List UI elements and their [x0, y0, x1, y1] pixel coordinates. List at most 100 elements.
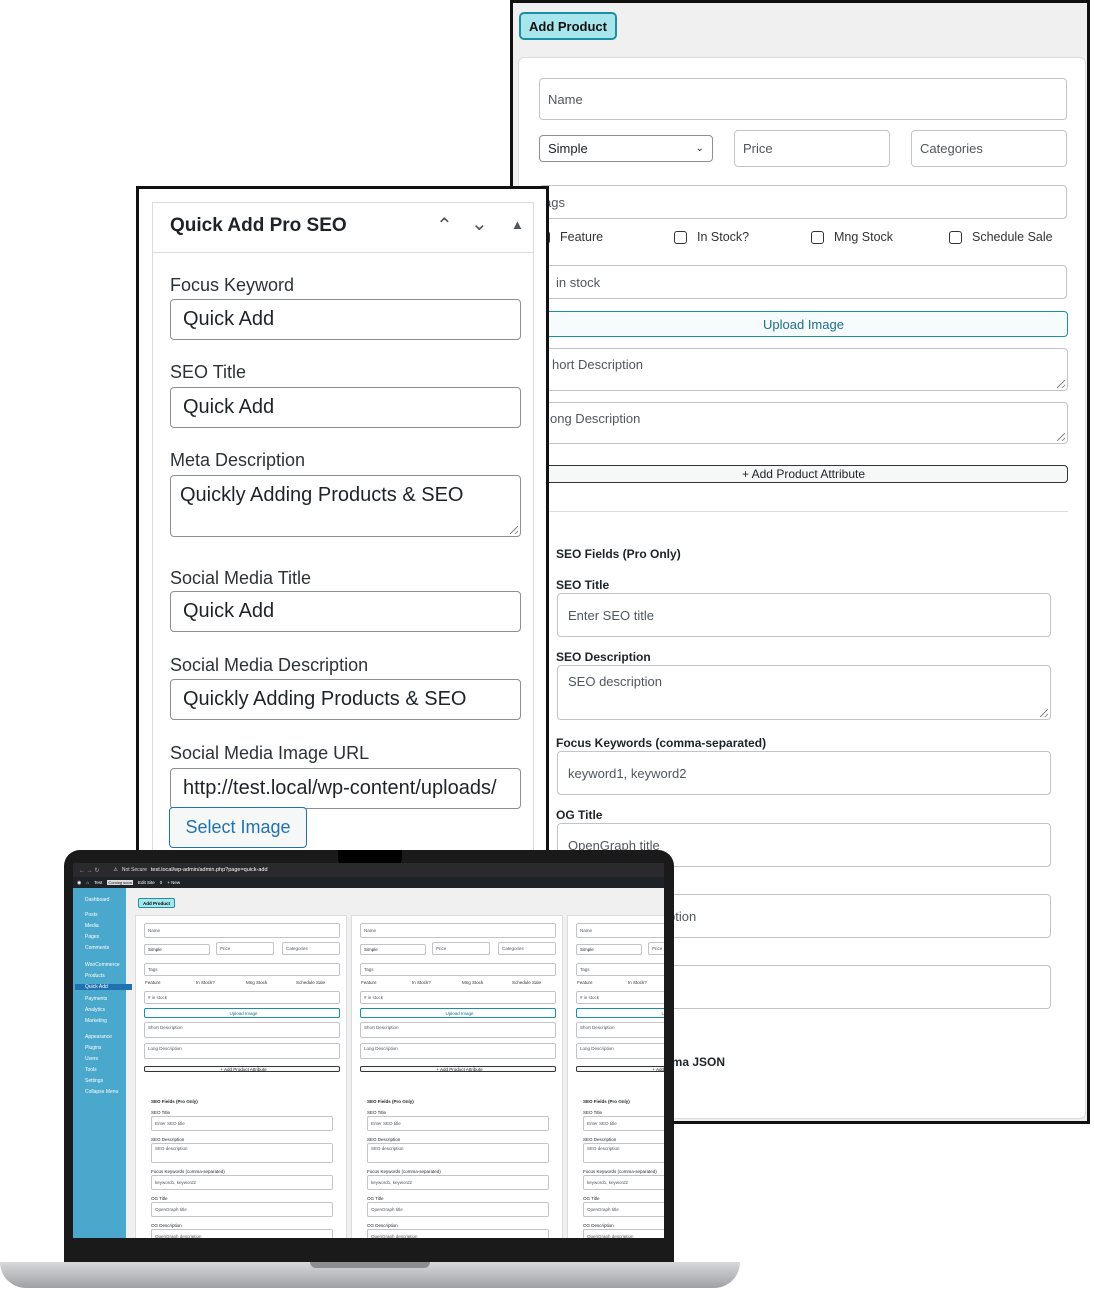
mini-name-input[interactable]: Name	[360, 923, 556, 938]
comments-count[interactable]: 0	[160, 880, 163, 885]
mini-og-description-input[interactable]: OpenGraph description	[367, 1229, 549, 1238]
add-product-button[interactable]: Add Product	[519, 12, 617, 40]
sidebar-item-analytics[interactable]: Analytics	[85, 1007, 105, 1013]
mini-manage-stock-checkbox[interactable]: Mng Stock	[246, 980, 267, 985]
mini-name-input[interactable]: Name	[144, 923, 340, 938]
sidebar-item-collapse-menu[interactable]: Collapse Menu	[85, 1089, 118, 1095]
mini-focus-keywords-input[interactable]: keyword1, keyword2	[367, 1175, 549, 1190]
tags-input[interactable]: ags	[539, 185, 1067, 219]
short-description-textarea[interactable]: hort Description	[539, 348, 1068, 391]
mini-seo-description-input[interactable]: SEO description	[151, 1143, 333, 1163]
new-link[interactable]: + New	[167, 880, 180, 885]
product-type-select[interactable]: Simple ⌄	[539, 135, 713, 162]
mini-og-title-input[interactable]: OpenGraph title	[367, 1202, 549, 1217]
mini-price-input[interactable]: Price	[216, 942, 274, 955]
resize-handle-icon[interactable]	[1057, 433, 1065, 441]
mini-seo-title-input[interactable]: Enter SEO title	[367, 1116, 549, 1131]
home-icon[interactable]: ⌂	[86, 880, 89, 885]
mini-tags-input[interactable]: Tags	[576, 963, 664, 976]
mini-schedule-sale-checkbox[interactable]: Schedule Sale	[512, 980, 541, 985]
sidebar-item-dashboard[interactable]: Dashboard	[85, 897, 109, 903]
mini-categories-input[interactable]: Categories	[282, 942, 340, 955]
mini-short-description[interactable]: Short Description	[576, 1022, 664, 1038]
mini-price-input[interactable]: Price	[432, 942, 490, 955]
wordpress-icon[interactable]: ◉	[77, 880, 81, 886]
in-stock-checkbox-row[interactable]: In Stock?	[674, 230, 749, 244]
mini-in-stock-checkbox[interactable]: In Stock?	[412, 980, 431, 985]
categories-input[interactable]: Categories	[911, 130, 1067, 167]
sidebar-item-quick-add[interactable]: Quick Add	[75, 984, 132, 990]
sidebar-item-settings[interactable]: Settings	[85, 1078, 103, 1084]
sidebar-item-pages[interactable]: Pages	[85, 934, 99, 940]
resize-handle-icon[interactable]	[1040, 709, 1048, 717]
mini-tags-input[interactable]: Tags	[360, 963, 556, 976]
long-description-textarea[interactable]: ong Description	[539, 402, 1068, 444]
resize-handle-icon[interactable]	[1057, 380, 1065, 388]
mini-add-attribute-button[interactable]: + Add Product Attribute	[144, 1066, 340, 1072]
mini-seo-description-input[interactable]: SEO description	[367, 1143, 549, 1163]
chevron-up-icon[interactable]: ⌃	[436, 213, 453, 238]
mini-stock-input[interactable]: # in stock	[144, 991, 340, 1004]
mini-short-description[interactable]: Short Description	[360, 1022, 556, 1038]
sidebar-item-marketing[interactable]: Marketing	[85, 1018, 107, 1024]
sidebar-item-appearance[interactable]: Appearance	[85, 1034, 112, 1040]
schedule-sale-checkbox-row[interactable]: Schedule Sale	[949, 230, 1053, 244]
mini-name-input[interactable]: Name	[576, 923, 664, 938]
focus-keywords-input[interactable]: keyword1, keyword2	[557, 751, 1051, 795]
mini-upload-image-button[interactable]: Upload Image	[576, 1008, 664, 1018]
mini-focus-keywords-input[interactable]: keyword1, keyword2	[583, 1175, 664, 1190]
meta-description-textarea[interactable]: Quickly Adding Products & SEO	[170, 475, 521, 537]
stock-qty-input[interactable]: in stock	[539, 265, 1067, 299]
manage-stock-checkbox[interactable]	[811, 230, 824, 244]
mini-feature-checkbox[interactable]: Feature	[361, 980, 377, 985]
mini-stock-input[interactable]: # in stock	[360, 991, 556, 1004]
sidebar-item-woocommerce[interactable]: WooCommerce	[85, 962, 120, 968]
name-input[interactable]: Name	[539, 78, 1067, 120]
edit-site-link[interactable]: Edit Site	[138, 880, 155, 885]
sidebar-item-posts[interactable]: Posts	[85, 912, 98, 918]
social-image-url-input[interactable]: http://test.local/wp-content/uploads/	[170, 768, 521, 809]
mini-upload-image-button[interactable]: Upload Image	[360, 1008, 556, 1018]
in-stock-checkbox[interactable]	[674, 230, 687, 244]
sidebar-item-users[interactable]: Users	[85, 1056, 98, 1062]
select-image-button[interactable]: Select Image	[169, 807, 307, 848]
sidebar-item-payments[interactable]: Payments	[85, 996, 107, 1002]
sidebar-item-media[interactable]: Media	[85, 923, 99, 929]
sidebar-item-products[interactable]: Products	[85, 973, 105, 979]
schedule-sale-checkbox[interactable]	[949, 230, 962, 244]
manage-stock-checkbox-row[interactable]: Mng Stock	[811, 230, 893, 244]
seo-title-input[interactable]: Enter SEO title	[557, 593, 1051, 637]
mini-feature-checkbox[interactable]: Feature	[145, 980, 161, 985]
mini-long-description[interactable]: Long Description	[576, 1043, 664, 1059]
mini-in-stock-checkbox[interactable]: In Stock?	[628, 980, 647, 985]
sidebar-item-comments[interactable]: Comments	[85, 945, 109, 951]
add-attribute-button[interactable]: + Add Product Attribute	[539, 465, 1068, 483]
mini-long-description[interactable]: Long Description	[360, 1043, 556, 1059]
mini-short-description[interactable]: Short Description	[144, 1022, 340, 1038]
mini-add-attribute-button[interactable]: + Add Product Attribute	[360, 1066, 556, 1072]
mini-add-product-button[interactable]: Add Product	[138, 898, 175, 908]
mini-in-stock-checkbox[interactable]: In Stock?	[196, 980, 215, 985]
nav-arrows-icon[interactable]: ← → ↻	[79, 867, 99, 874]
mini-price-input[interactable]: Price	[648, 942, 664, 955]
mini-type-select[interactable]: Simple	[576, 944, 642, 955]
mini-tags-input[interactable]: Tags	[144, 963, 340, 976]
mini-seo-title-input[interactable]: Enter SEO title	[151, 1116, 333, 1131]
mini-seo-title-input[interactable]: Enter SEO title	[583, 1116, 664, 1131]
mini-long-description[interactable]: Long Description	[144, 1043, 340, 1059]
sidebar-item-tools[interactable]: Tools	[85, 1067, 97, 1073]
mini-add-attribute-button[interactable]: + Add Product Attribute	[576, 1066, 664, 1072]
price-input[interactable]: Price	[734, 130, 890, 167]
seo-title-input[interactable]: Quick Add	[170, 387, 521, 428]
mini-focus-keywords-input[interactable]: keyword1, keyword2	[151, 1175, 333, 1190]
focus-keyword-input[interactable]: Quick Add	[170, 299, 521, 340]
site-name[interactable]: Test	[94, 880, 102, 885]
mini-manage-stock-checkbox[interactable]: Mng Stock	[462, 980, 483, 985]
mini-type-select[interactable]: Simple	[144, 944, 210, 955]
mini-og-title-input[interactable]: OpenGraph title	[151, 1202, 333, 1217]
mini-upload-image-button[interactable]: Upload Image	[144, 1008, 340, 1018]
mini-og-description-input[interactable]: OpenGraph description	[151, 1229, 333, 1238]
sidebar-item-plugins[interactable]: Plugins	[85, 1045, 101, 1051]
chevron-down-icon[interactable]: ⌄	[471, 211, 488, 236]
mini-schedule-sale-checkbox[interactable]: Schedule Sale	[296, 980, 325, 985]
